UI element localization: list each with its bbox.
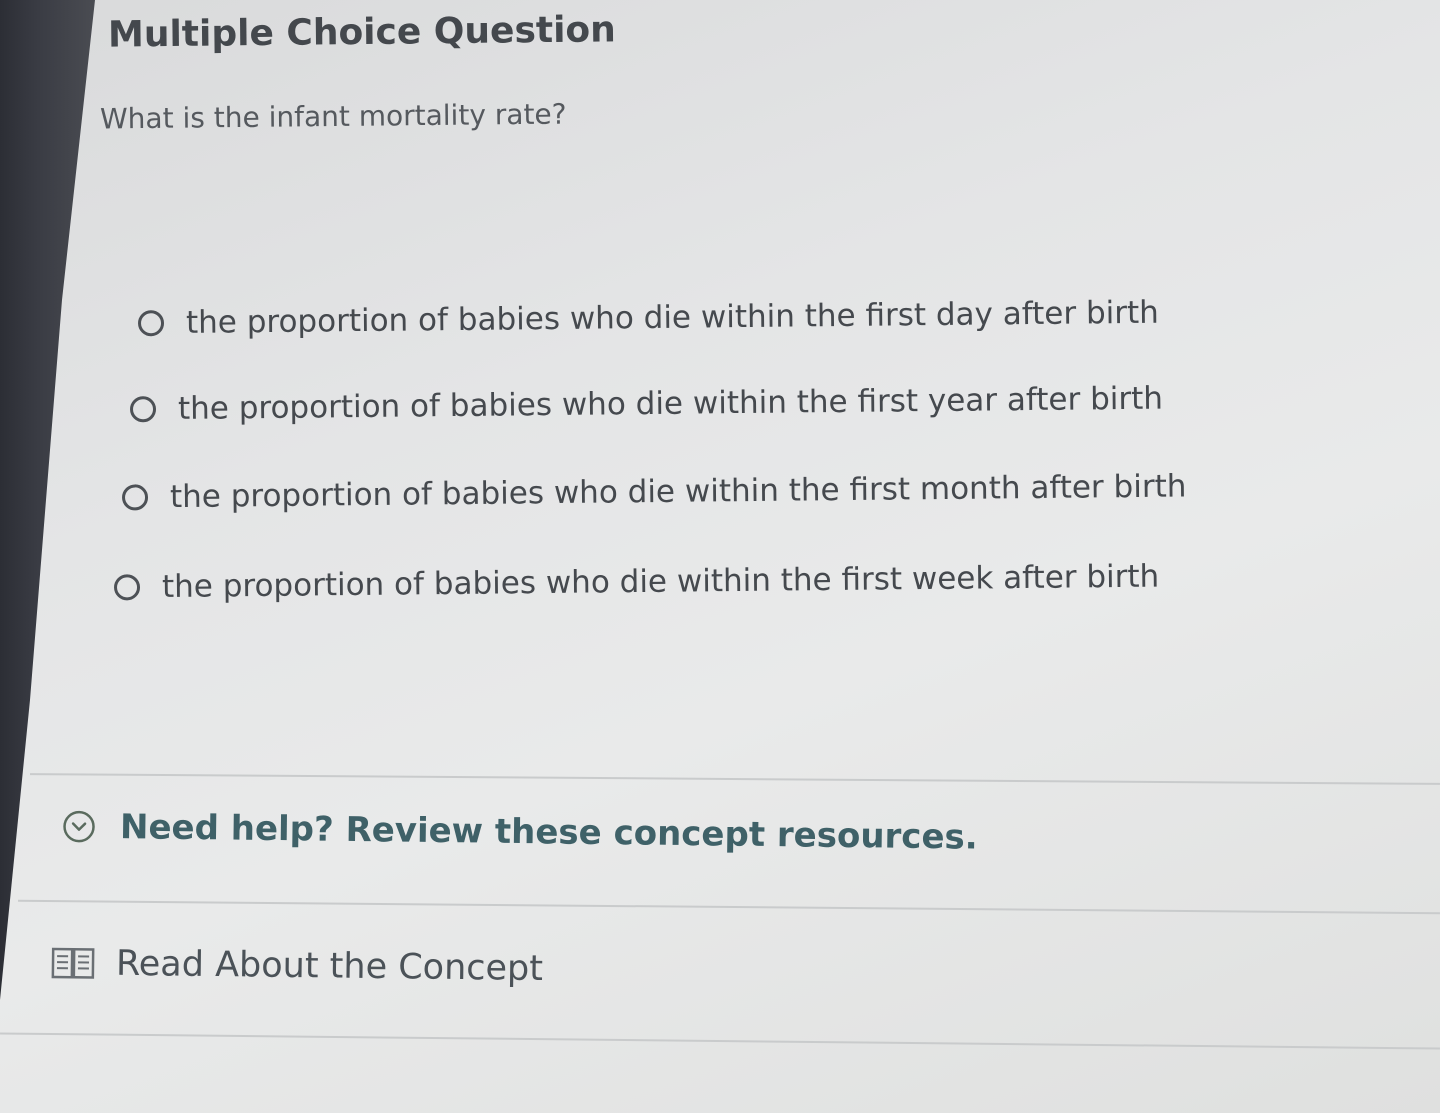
answer-option-4[interactable]: the proportion of babies who die within … bbox=[113, 558, 1160, 606]
answer-option-label: the proportion of babies who die within … bbox=[161, 558, 1160, 605]
answer-option-3[interactable]: the proportion of babies who die within … bbox=[121, 468, 1187, 516]
read-about-concept-label: Read About the Concept bbox=[115, 943, 544, 990]
answer-option-1[interactable]: the proportion of babies who die within … bbox=[137, 294, 1159, 342]
divider bbox=[18, 899, 1440, 915]
radio-button[interactable] bbox=[137, 310, 165, 337]
question-type-title: Multiple Choice Question bbox=[107, 9, 616, 56]
divider bbox=[30, 773, 1440, 785]
concept-resources-label: Need help? Review these concept resource… bbox=[119, 807, 978, 858]
chevron-down-circle-icon bbox=[63, 810, 95, 843]
question-prompt: What is the infant mortality rate? bbox=[99, 97, 567, 136]
answer-option-label: the proportion of babies who die within … bbox=[177, 380, 1164, 427]
answer-option-2[interactable]: the proportion of babies who die within … bbox=[129, 380, 1164, 428]
radio-button[interactable] bbox=[129, 396, 157, 423]
divider bbox=[0, 1032, 1440, 1050]
read-about-concept-link[interactable]: Read About the Concept bbox=[50, 943, 543, 989]
question-panel: Multiple Choice Question What is the inf… bbox=[0, 0, 1440, 1113]
concept-resources-toggle[interactable]: Need help? Review these concept resource… bbox=[62, 806, 978, 858]
book-icon bbox=[51, 947, 95, 979]
answer-option-label: the proportion of babies who die within … bbox=[185, 294, 1159, 341]
answer-option-label: the proportion of babies who die within … bbox=[169, 468, 1187, 516]
radio-button[interactable] bbox=[121, 484, 149, 511]
radio-button[interactable] bbox=[113, 574, 141, 601]
